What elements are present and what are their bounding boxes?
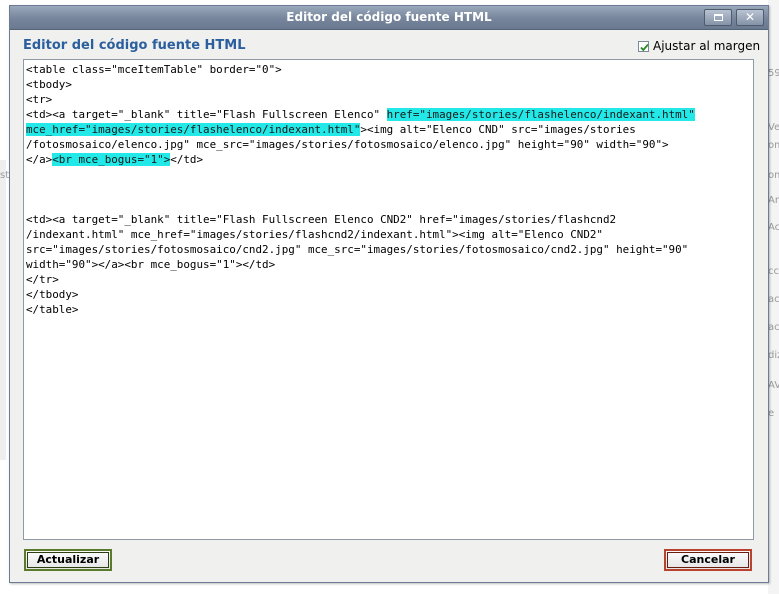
background-text-fragment: om [768,140,779,151]
code-segment: </table> [26,303,79,316]
code-line: <td><a target="_blank" title="Flash Full… [26,107,751,122]
background-text-fragment: Ve [768,122,779,133]
code-line: <tbody> [26,77,751,92]
cancel-button[interactable]: Cancelar [664,549,752,571]
wrap-option[interactable]: Ajustar al margen [638,39,760,53]
background-text-fragment: Ac [768,222,779,233]
code-segment: width="90"></a><br mce_bogus="1"></td> [26,258,276,271]
code-line: </tr> [26,272,751,287]
background-text-fragment: diz [768,350,779,361]
code-segment: </td> [170,153,204,166]
code-segment: <td><a target="_blank" title="Flash Full… [26,213,617,226]
code-segment: /fotosmosaico/elenco.jpg" mce_src="image… [26,138,669,151]
dialog-titlebar[interactable]: Editor del código fuente HTML ✕ [10,6,768,30]
code-segment: </a> [26,153,53,166]
code-line: /fotosmosaico/elenco.jpg" mce_src="image… [26,137,751,152]
close-icon: ✕ [744,10,756,24]
background-text-fragment: 59 [768,68,779,79]
code-line: mce_href="images/stories/flashelenco/ind… [26,122,751,137]
background-text-fragment: ac [768,322,779,333]
html-source-editor-dialog: Editor del código fuente HTML ✕ Editor d… [9,5,769,583]
code-line: <table class="mceItemTable" border="0"> [26,62,751,77]
background-text-fragment: ac [768,294,779,305]
code-line: /indexant.html" mce_href="images/stories… [26,227,751,242]
code-segment: </tbody> [26,288,79,301]
maximize-button[interactable] [704,9,732,26]
code-line: </a><br mce_bogus="1"></td> [26,152,751,167]
code-line: </table> [26,302,751,317]
dialog-heading: Editor del código fuente HTML [23,38,246,53]
checkmark-icon [640,43,649,51]
code-segment: </tr> [26,273,59,286]
code-line: <tr> [26,92,751,107]
code-line: src="images/stories/fotosmosaico/cnd2.jp… [26,242,751,257]
source-code-textarea[interactable]: <table class="mceItemTable" border="0"> <… [23,59,754,540]
wrap-label: Ajustar al margen [653,39,761,53]
dialog-title: Editor del código fuente HTML [286,10,492,24]
code-line: width="90"></a><br mce_bogus="1"></td> [26,257,751,272]
highlighted-code-segment: mce_href="images/stories/flashelenco/ind… [26,123,361,136]
highlighted-code-segment: <br mce_bogus="1"> [52,153,171,166]
close-button[interactable]: ✕ [736,9,764,26]
update-button[interactable]: Actualizar [24,549,112,571]
code-segment: /indexant.html" mce_href="images/stories… [26,228,603,241]
background-text-fragment: AV [768,380,779,391]
background-text-fragment: cc [768,266,779,277]
code-line: </tbody> [26,287,751,302]
code-segment: <tr> [26,93,53,106]
code-segment: <td><a target="_blank" title="Flash Full… [26,108,387,121]
code-segment: <table class="mceItemTable" border="0"> [26,63,282,76]
maximize-icon [713,14,723,21]
code-segment: ><img alt="Elenco CND" src="images/stori… [360,123,636,136]
background-text-fragment: Ar [768,195,779,206]
highlighted-code-segment: href="images/stories/flashelenco/indexan… [386,108,695,121]
background-page-left [0,160,6,460]
code-segment: <tbody> [26,78,72,91]
code-line: <td><a target="_blank" title="Flash Full… [26,212,751,227]
code-segment: src="images/stories/fotosmosaico/cnd2.jp… [26,243,689,256]
background-text-fragment: om [768,170,779,181]
wrap-checkbox[interactable] [638,40,649,52]
